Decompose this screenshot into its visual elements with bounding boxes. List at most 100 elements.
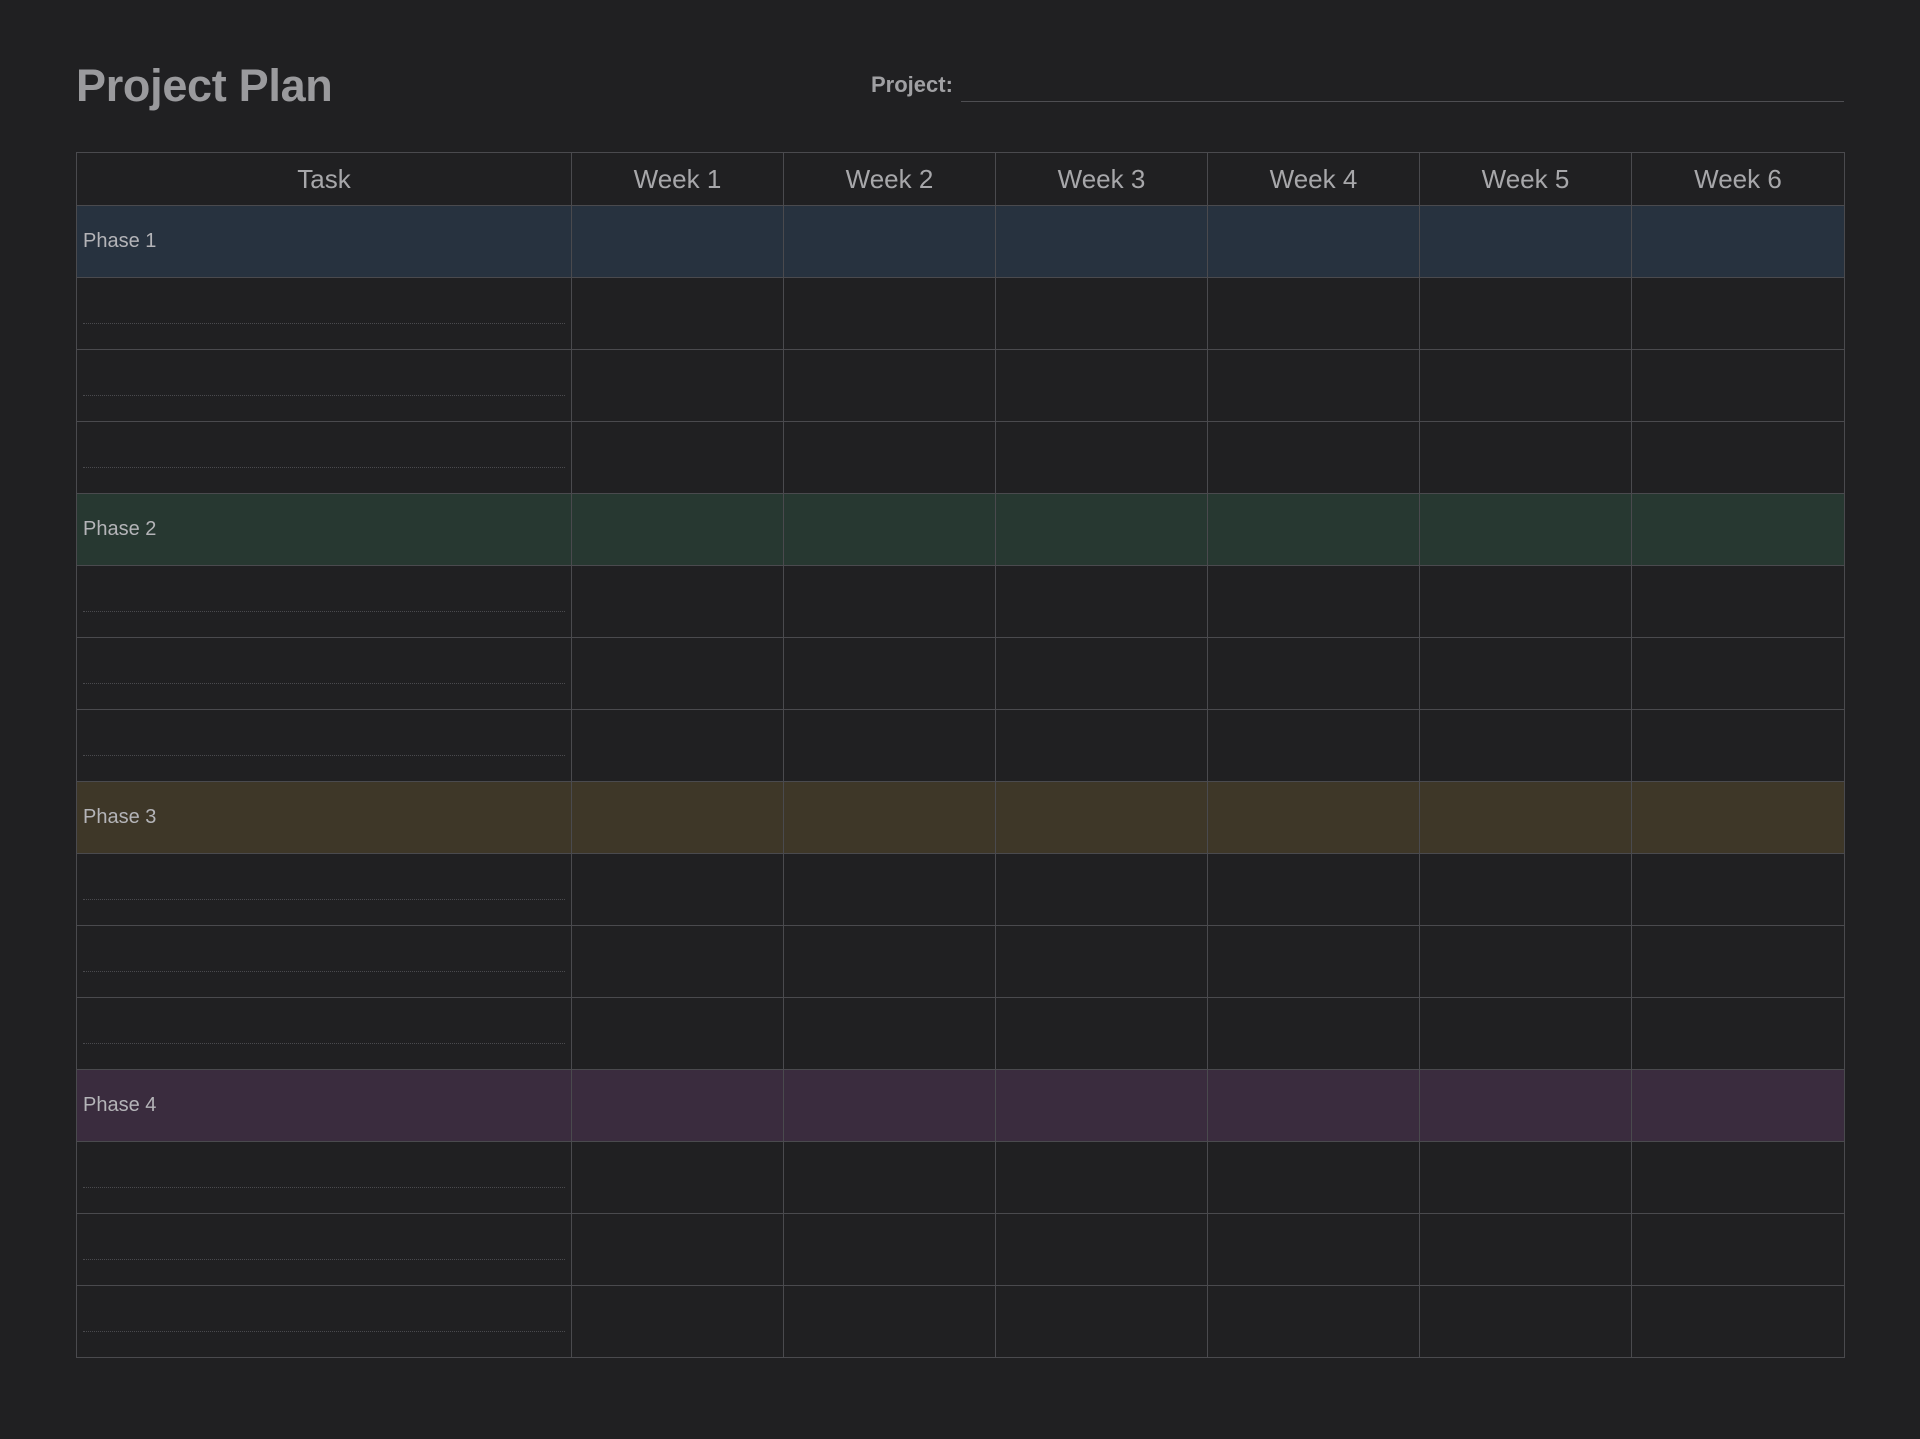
task-week-cell[interactable]	[783, 421, 996, 494]
phase-week-cell[interactable]	[1631, 1069, 1845, 1142]
task-week-cell[interactable]	[571, 853, 784, 926]
phase-week-cell[interactable]	[995, 1069, 1208, 1142]
task-week-cell[interactable]	[1207, 925, 1420, 998]
phase-week-cell[interactable]	[1207, 1069, 1420, 1142]
phase-week-cell[interactable]	[1631, 205, 1845, 278]
task-name-cell[interactable]	[76, 565, 572, 638]
phase-week-cell[interactable]	[995, 493, 1208, 566]
task-name-cell[interactable]	[76, 1213, 572, 1286]
task-week-cell[interactable]	[995, 997, 1208, 1070]
task-week-cell[interactable]	[783, 565, 996, 638]
phase-week-cell[interactable]	[1419, 205, 1632, 278]
task-name-cell[interactable]	[76, 1285, 572, 1358]
task-week-cell[interactable]	[783, 997, 996, 1070]
task-week-cell[interactable]	[1419, 421, 1632, 494]
task-week-cell[interactable]	[1419, 349, 1632, 422]
phase-week-cell[interactable]	[571, 493, 784, 566]
task-week-cell[interactable]	[1207, 349, 1420, 422]
task-week-cell[interactable]	[1631, 925, 1845, 998]
task-week-cell[interactable]	[783, 349, 996, 422]
task-week-cell[interactable]	[571, 925, 784, 998]
task-week-cell[interactable]	[995, 421, 1208, 494]
task-week-cell[interactable]	[783, 853, 996, 926]
phase-week-cell[interactable]	[1207, 781, 1420, 854]
task-week-cell[interactable]	[1207, 1285, 1420, 1358]
task-week-cell[interactable]	[571, 997, 784, 1070]
task-week-cell[interactable]	[995, 1285, 1208, 1358]
phase-week-cell[interactable]	[571, 1069, 784, 1142]
task-week-cell[interactable]	[1207, 853, 1420, 926]
task-week-cell[interactable]	[783, 1285, 996, 1358]
task-week-cell[interactable]	[1419, 997, 1632, 1070]
task-week-cell[interactable]	[1419, 709, 1632, 782]
task-week-cell[interactable]	[783, 637, 996, 710]
task-week-cell[interactable]	[1631, 997, 1845, 1070]
task-name-cell[interactable]	[76, 853, 572, 926]
task-week-cell[interactable]	[571, 565, 784, 638]
task-week-cell[interactable]	[1207, 421, 1420, 494]
task-name-cell[interactable]	[76, 277, 572, 350]
task-name-cell[interactable]	[76, 637, 572, 710]
phase-week-cell[interactable]	[1631, 493, 1845, 566]
task-name-cell[interactable]	[76, 349, 572, 422]
task-week-cell[interactable]	[571, 349, 784, 422]
task-week-cell[interactable]	[1207, 709, 1420, 782]
task-week-cell[interactable]	[995, 853, 1208, 926]
phase-week-cell[interactable]	[995, 781, 1208, 854]
task-name-cell[interactable]	[76, 421, 572, 494]
task-week-cell[interactable]	[995, 925, 1208, 998]
task-week-cell[interactable]	[571, 1141, 784, 1214]
phase-week-cell[interactable]	[1207, 493, 1420, 566]
phase-week-cell[interactable]	[783, 781, 996, 854]
task-week-cell[interactable]	[995, 709, 1208, 782]
phase-week-cell[interactable]	[1419, 493, 1632, 566]
task-week-cell[interactable]	[1207, 637, 1420, 710]
task-week-cell[interactable]	[1419, 565, 1632, 638]
task-week-cell[interactable]	[571, 277, 784, 350]
task-week-cell[interactable]	[571, 421, 784, 494]
task-week-cell[interactable]	[995, 349, 1208, 422]
task-week-cell[interactable]	[995, 1141, 1208, 1214]
task-week-cell[interactable]	[1419, 637, 1632, 710]
task-week-cell[interactable]	[1631, 277, 1845, 350]
phase-week-cell[interactable]	[1207, 205, 1420, 278]
task-week-cell[interactable]	[1631, 421, 1845, 494]
task-week-cell[interactable]	[1207, 997, 1420, 1070]
task-week-cell[interactable]	[1207, 277, 1420, 350]
task-name-cell[interactable]	[76, 1141, 572, 1214]
task-week-cell[interactable]	[1631, 1141, 1845, 1214]
task-week-cell[interactable]	[1419, 1285, 1632, 1358]
phase-week-cell[interactable]	[1419, 781, 1632, 854]
task-week-cell[interactable]	[1631, 565, 1845, 638]
task-week-cell[interactable]	[1631, 1213, 1845, 1286]
task-name-cell[interactable]	[76, 925, 572, 998]
task-week-cell[interactable]	[1207, 1213, 1420, 1286]
task-week-cell[interactable]	[571, 1285, 784, 1358]
task-week-cell[interactable]	[1631, 349, 1845, 422]
task-week-cell[interactable]	[1207, 565, 1420, 638]
phase-week-cell[interactable]	[571, 205, 784, 278]
task-week-cell[interactable]	[571, 709, 784, 782]
task-week-cell[interactable]	[783, 277, 996, 350]
phase-week-cell[interactable]	[995, 205, 1208, 278]
task-week-cell[interactable]	[1631, 637, 1845, 710]
task-week-cell[interactable]	[783, 1213, 996, 1286]
phase-week-cell[interactable]	[571, 781, 784, 854]
task-week-cell[interactable]	[1419, 925, 1632, 998]
task-week-cell[interactable]	[783, 709, 996, 782]
task-week-cell[interactable]	[571, 637, 784, 710]
project-name-input[interactable]	[960, 71, 1844, 102]
task-week-cell[interactable]	[571, 1213, 784, 1286]
task-name-cell[interactable]	[76, 997, 572, 1070]
task-week-cell[interactable]	[995, 1213, 1208, 1286]
task-week-cell[interactable]	[1419, 853, 1632, 926]
phase-week-cell[interactable]	[1419, 1069, 1632, 1142]
phase-week-cell[interactable]	[783, 493, 996, 566]
task-week-cell[interactable]	[1419, 1141, 1632, 1214]
phase-week-cell[interactable]	[783, 1069, 996, 1142]
task-week-cell[interactable]	[1419, 277, 1632, 350]
task-week-cell[interactable]	[995, 277, 1208, 350]
task-week-cell[interactable]	[1631, 853, 1845, 926]
task-week-cell[interactable]	[1419, 1213, 1632, 1286]
phase-week-cell[interactable]	[1631, 781, 1845, 854]
